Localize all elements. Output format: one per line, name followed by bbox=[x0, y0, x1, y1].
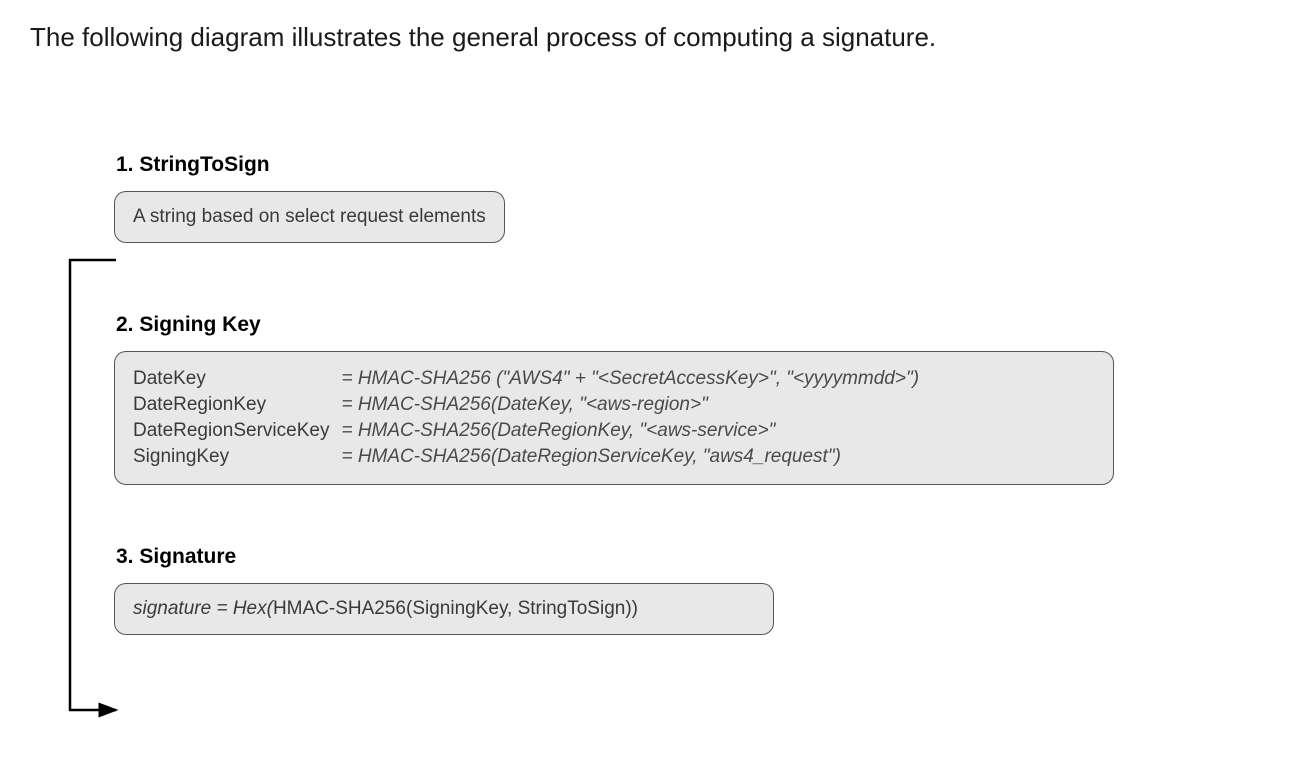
val-cell: = HMAC-SHA256(DateRegionKey, "<aws-servi… bbox=[341, 418, 919, 444]
section-string-to-sign: 1. StringToSign A string based on select… bbox=[114, 153, 1262, 243]
key-cell: DateRegionServiceKey bbox=[133, 418, 341, 444]
signature-formula: signature = Hex(HMAC-SHA256(SigningKey, … bbox=[133, 598, 638, 619]
val-cell: = HMAC-SHA256 ("AWS4" + "<SecretAccessKe… bbox=[341, 366, 919, 392]
sig-lhs: signature = bbox=[133, 598, 233, 619]
sig-hmac: HMAC-SHA256( bbox=[273, 598, 412, 619]
table-row: DateRegionServiceKey = HMAC-SHA256(DateR… bbox=[133, 418, 919, 444]
section-signature: 3. Signature signature = Hex(HMAC-SHA256… bbox=[114, 545, 1262, 635]
section2-box: DateKey = HMAC-SHA256 ("AWS4" + "<Secret… bbox=[114, 351, 1114, 485]
table-row: DateRegionKey = HMAC-SHA256(DateKey, "<a… bbox=[133, 392, 919, 418]
val-cell: = HMAC-SHA256(DateRegionServiceKey, "aws… bbox=[341, 444, 919, 470]
section3-title: 3. Signature bbox=[116, 545, 1262, 569]
section-signing-key: 2. Signing Key DateKey = HMAC-SHA256 ("A… bbox=[114, 313, 1262, 485]
key-cell: SigningKey bbox=[133, 444, 341, 470]
val-cell: = HMAC-SHA256(DateKey, "<aws-region>" bbox=[341, 392, 919, 418]
section3-box: signature = Hex(HMAC-SHA256(SigningKey, … bbox=[114, 583, 774, 635]
sig-close: )) bbox=[625, 598, 638, 619]
table-row: SigningKey = HMAC-SHA256(DateRegionServi… bbox=[133, 444, 919, 470]
signing-key-table: DateKey = HMAC-SHA256 ("AWS4" + "<Secret… bbox=[133, 366, 919, 470]
section1-title: 1. StringToSign bbox=[116, 153, 1262, 177]
signature-diagram: 1. StringToSign A string based on select… bbox=[114, 153, 1262, 635]
section1-box-text: A string based on select request element… bbox=[133, 206, 486, 227]
section1-box: A string based on select request element… bbox=[114, 191, 505, 243]
key-cell: DateKey bbox=[133, 366, 341, 392]
sig-fn-hex: Hex( bbox=[233, 598, 273, 619]
intro-text: The following diagram illustrates the ge… bbox=[30, 22, 1262, 53]
key-cell: DateRegionKey bbox=[133, 392, 341, 418]
section2-title: 2. Signing Key bbox=[116, 313, 1262, 337]
table-row: DateKey = HMAC-SHA256 ("AWS4" + "<Secret… bbox=[133, 366, 919, 392]
sig-args: SigningKey, StringToSign bbox=[412, 598, 625, 619]
